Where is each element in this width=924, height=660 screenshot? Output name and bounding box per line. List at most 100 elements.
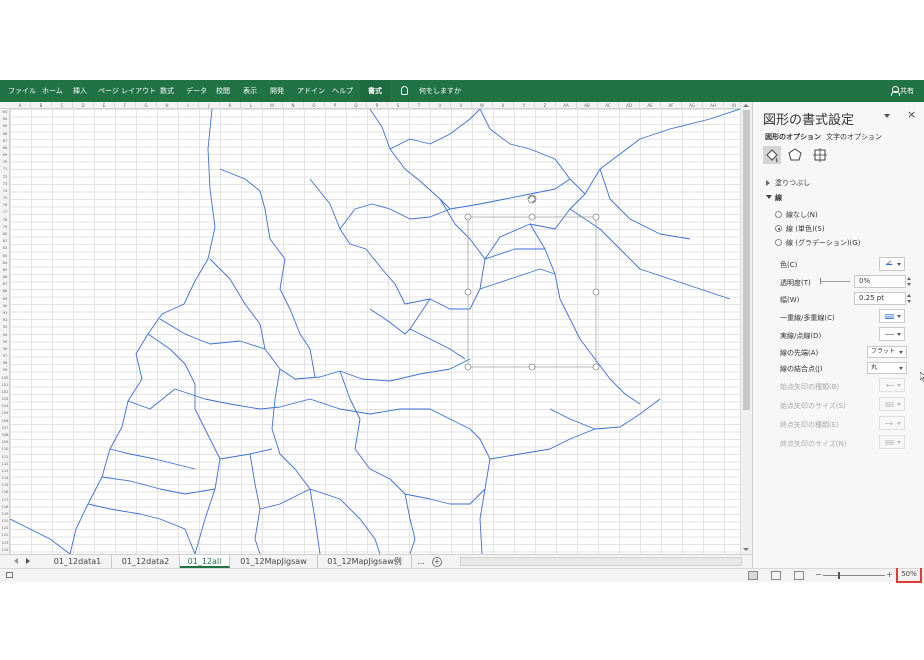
column-header[interactable]: S [388,102,409,109]
row-header[interactable]: 108 [0,432,10,439]
begin-arrow-type-button[interactable] [879,378,905,392]
row-header[interactable]: 119 [0,511,10,518]
tab-home[interactable]: ホーム [42,80,63,102]
column-header[interactable]: B [31,102,52,109]
row-header[interactable]: 66 [0,131,10,138]
row-header[interactable]: 107 [0,425,10,432]
row-header[interactable]: 72 [0,174,10,181]
column-header[interactable]: L [241,102,262,109]
row-header[interactable]: 68 [0,145,10,152]
radio-no-line-label[interactable]: 線なし(N) [786,210,818,220]
row-header[interactable]: 80 [0,231,10,238]
transparency-slider[interactable] [820,281,850,282]
column-header[interactable]: H [157,102,178,109]
zoom-slider-thumb[interactable] [838,572,840,579]
end-arrow-size-button[interactable] [879,435,905,449]
column-header[interactable]: U [430,102,451,109]
row-header[interactable]: 78 [0,217,10,224]
row-header[interactable]: 86 [0,274,10,281]
row-header[interactable]: 99 [0,367,10,374]
row-header[interactable]: 94 [0,332,10,339]
zoom-out-button[interactable]: − [815,570,822,579]
column-header[interactable]: AE [640,102,661,109]
zoom-in-button[interactable]: + [886,570,893,579]
tab-page-layout[interactable]: ページ レイアウト [98,80,156,102]
row-header[interactable]: 112 [0,461,10,468]
row-header[interactable]: 63 [0,109,10,116]
row-header[interactable]: 124 [0,547,10,554]
row-header[interactable]: 79 [0,224,10,231]
map-drawing[interactable] [10,109,740,554]
tab-data[interactable]: データ [186,80,207,102]
column-header[interactable]: K [220,102,241,109]
radio-no-line[interactable] [775,211,782,218]
column-header[interactable]: Q [346,102,367,109]
row-header[interactable]: 118 [0,504,10,511]
column-header[interactable]: P [325,102,346,109]
compound-type-button[interactable] [879,309,905,323]
row-header[interactable]: 106 [0,418,10,425]
tab-developer[interactable]: 開発 [270,80,284,102]
row-header[interactable]: 113 [0,468,10,475]
row-header[interactable]: 67 [0,138,10,145]
normal-view-icon[interactable] [748,571,758,580]
close-icon[interactable]: × [907,108,916,121]
dash-type-button[interactable] [879,327,905,341]
row-header[interactable]: 87 [0,281,10,288]
row-header[interactable]: 114 [0,475,10,482]
row-header[interactable]: 74 [0,188,10,195]
column-header[interactable]: T [409,102,430,109]
sheet-tab-01-12all[interactable]: 01_12all [180,555,230,568]
row-header[interactable]: 117 [0,497,10,504]
tab-format[interactable]: 書式 [360,80,390,102]
column-header[interactable]: J [199,102,220,109]
line-color-button[interactable] [879,257,905,271]
transparency-spinner[interactable] [906,275,912,288]
row-header[interactable]: 91 [0,310,10,317]
column-header[interactable]: E [94,102,115,109]
row-header[interactable]: 115 [0,482,10,489]
row-header[interactable]: 120 [0,518,10,525]
row-header[interactable]: 69 [0,152,10,159]
column-header[interactable]: M [262,102,283,109]
column-header[interactable]: Y [514,102,535,109]
column-header[interactable]: X [493,102,514,109]
column-header[interactable]: C [52,102,73,109]
tab-review[interactable]: 校閲 [216,80,230,102]
tab-help[interactable]: ヘルプ [332,80,353,102]
sheet-tab-01-12data2[interactable]: 01_12data2 [112,555,180,568]
row-header[interactable]: 75 [0,195,10,202]
tab-insert[interactable]: 挿入 [73,80,87,102]
tab-shape-options[interactable]: 図形のオプション [765,132,821,142]
row-header[interactable]: 96 [0,346,10,353]
row-header[interactable]: 65 [0,123,10,130]
row-header[interactable]: 105 [0,410,10,417]
cap-type-select[interactable]: フラット [867,346,907,358]
width-spinner[interactable] [906,292,912,305]
more-sheets-button[interactable]: ... [414,555,428,568]
row-header[interactable]: 110 [0,446,10,453]
row-header[interactable]: 73 [0,181,10,188]
row-header[interactable]: 123 [0,540,10,547]
column-header[interactable]: AH [703,102,724,109]
horizontal-scrollbar[interactable] [460,557,742,566]
macro-record-icon[interactable] [6,572,13,578]
scroll-down-icon[interactable] [743,548,749,551]
row-header[interactable]: 92 [0,317,10,324]
sheet-tab-01-12mapjigsaw-example[interactable]: 01_12MapJigsaw例 [318,555,412,568]
column-header[interactable]: V [451,102,472,109]
row-header[interactable]: 95 [0,339,10,346]
row-header[interactable]: 84 [0,260,10,267]
row-header[interactable]: 77 [0,209,10,216]
join-type-select[interactable]: 丸 [867,362,907,374]
fill-line-icon[interactable] [763,146,781,164]
radio-gradient-line-label[interactable]: 線 (グラデーション)(G) [786,238,860,248]
row-header[interactable]: 98 [0,360,10,367]
radio-solid-line-label[interactable]: 線 (単色)(S) [786,224,825,234]
add-sheet-button[interactable]: + [432,557,442,567]
row-header[interactable]: 97 [0,353,10,360]
column-header[interactable]: AC [598,102,619,109]
column-header[interactable]: R [367,102,388,109]
scroll-up-icon[interactable] [743,104,749,107]
begin-arrow-size-button[interactable] [879,397,905,411]
